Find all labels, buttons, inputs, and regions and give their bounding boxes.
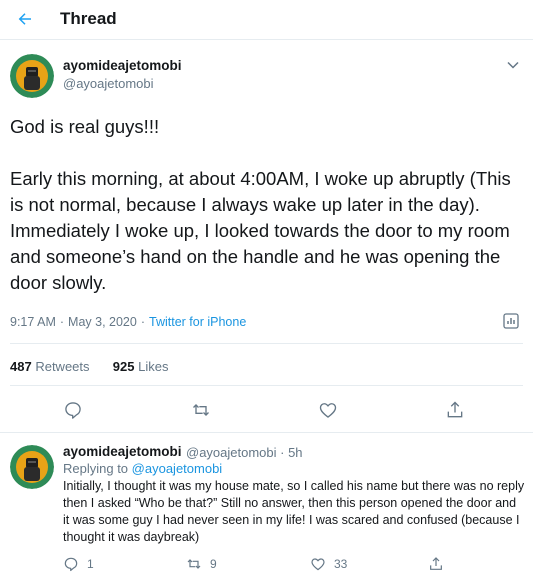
reply-share-button[interactable] bbox=[428, 556, 452, 572]
chevron-down-icon[interactable] bbox=[506, 58, 520, 72]
thread-header: Thread bbox=[0, 0, 533, 40]
like-count: 33 bbox=[334, 557, 348, 571]
replying-prefix: Replying to bbox=[63, 461, 129, 476]
tweet-date[interactable]: May 3, 2020 bbox=[68, 315, 137, 329]
reply-handle-time[interactable]: @ayoajetomobi · 5h bbox=[186, 445, 303, 460]
reply-count: 1 bbox=[87, 557, 94, 571]
retweet-icon bbox=[187, 559, 201, 569]
retweets-label[interactable]: Retweets bbox=[35, 359, 89, 374]
like-icon[interactable] bbox=[318, 400, 338, 420]
reply-icon[interactable] bbox=[63, 400, 83, 420]
reply-reply-button[interactable]: 1 bbox=[63, 556, 94, 572]
retweet-count: 9 bbox=[210, 557, 217, 571]
back-button[interactable] bbox=[14, 8, 36, 30]
author-name[interactable]: ayomideajetomobi bbox=[63, 58, 182, 73]
like-icon bbox=[311, 558, 325, 571]
tweet-text-line1: God is real guys!!! bbox=[10, 116, 160, 137]
tweet-text-body: Early this morning, at about 4:00AM, I w… bbox=[10, 168, 511, 293]
likes-label[interactable]: Likes bbox=[138, 359, 168, 374]
replying-to: Replying to @ayoajetomobi bbox=[63, 461, 222, 476]
reply-retweet-button[interactable]: 9 bbox=[186, 556, 217, 572]
author-handle[interactable]: @ayoajetomobi bbox=[63, 76, 154, 91]
replying-to-handle[interactable]: @ayoajetomobi bbox=[132, 461, 223, 476]
avatar-image bbox=[10, 54, 54, 98]
reply-avatar[interactable] bbox=[10, 445, 54, 489]
page-title: Thread bbox=[60, 9, 117, 28]
avatar-image bbox=[10, 445, 54, 489]
tweet-stats: 487 Retweets 925 Likes bbox=[10, 359, 168, 374]
back-arrow-icon bbox=[18, 13, 31, 25]
divider bbox=[10, 343, 523, 344]
reply-icon bbox=[64, 557, 78, 572]
meta-separator: · bbox=[140, 315, 146, 329]
tweet-source[interactable]: Twitter for iPhone bbox=[149, 315, 246, 329]
share-icon bbox=[430, 557, 442, 570]
tweet-time[interactable]: 9:17 AM bbox=[10, 315, 56, 329]
reply-author-name[interactable]: ayomideajetomobi bbox=[63, 444, 182, 459]
divider bbox=[10, 385, 523, 386]
likes-count[interactable]: 925 bbox=[113, 359, 135, 374]
avatar[interactable] bbox=[10, 54, 54, 98]
divider bbox=[0, 432, 533, 433]
retweet-icon[interactable] bbox=[191, 400, 211, 420]
reply-like-button[interactable]: 33 bbox=[310, 556, 347, 572]
tweet-meta: 9:17 AM · May 3, 2020 · Twitter for iPhone bbox=[10, 315, 246, 329]
reply-text: Initially, I thought it was my house mat… bbox=[63, 479, 525, 544]
share-icon[interactable] bbox=[445, 400, 465, 420]
meta-separator: · bbox=[59, 315, 65, 329]
analytics-icon[interactable] bbox=[502, 312, 520, 330]
retweets-count[interactable]: 487 bbox=[10, 359, 32, 374]
